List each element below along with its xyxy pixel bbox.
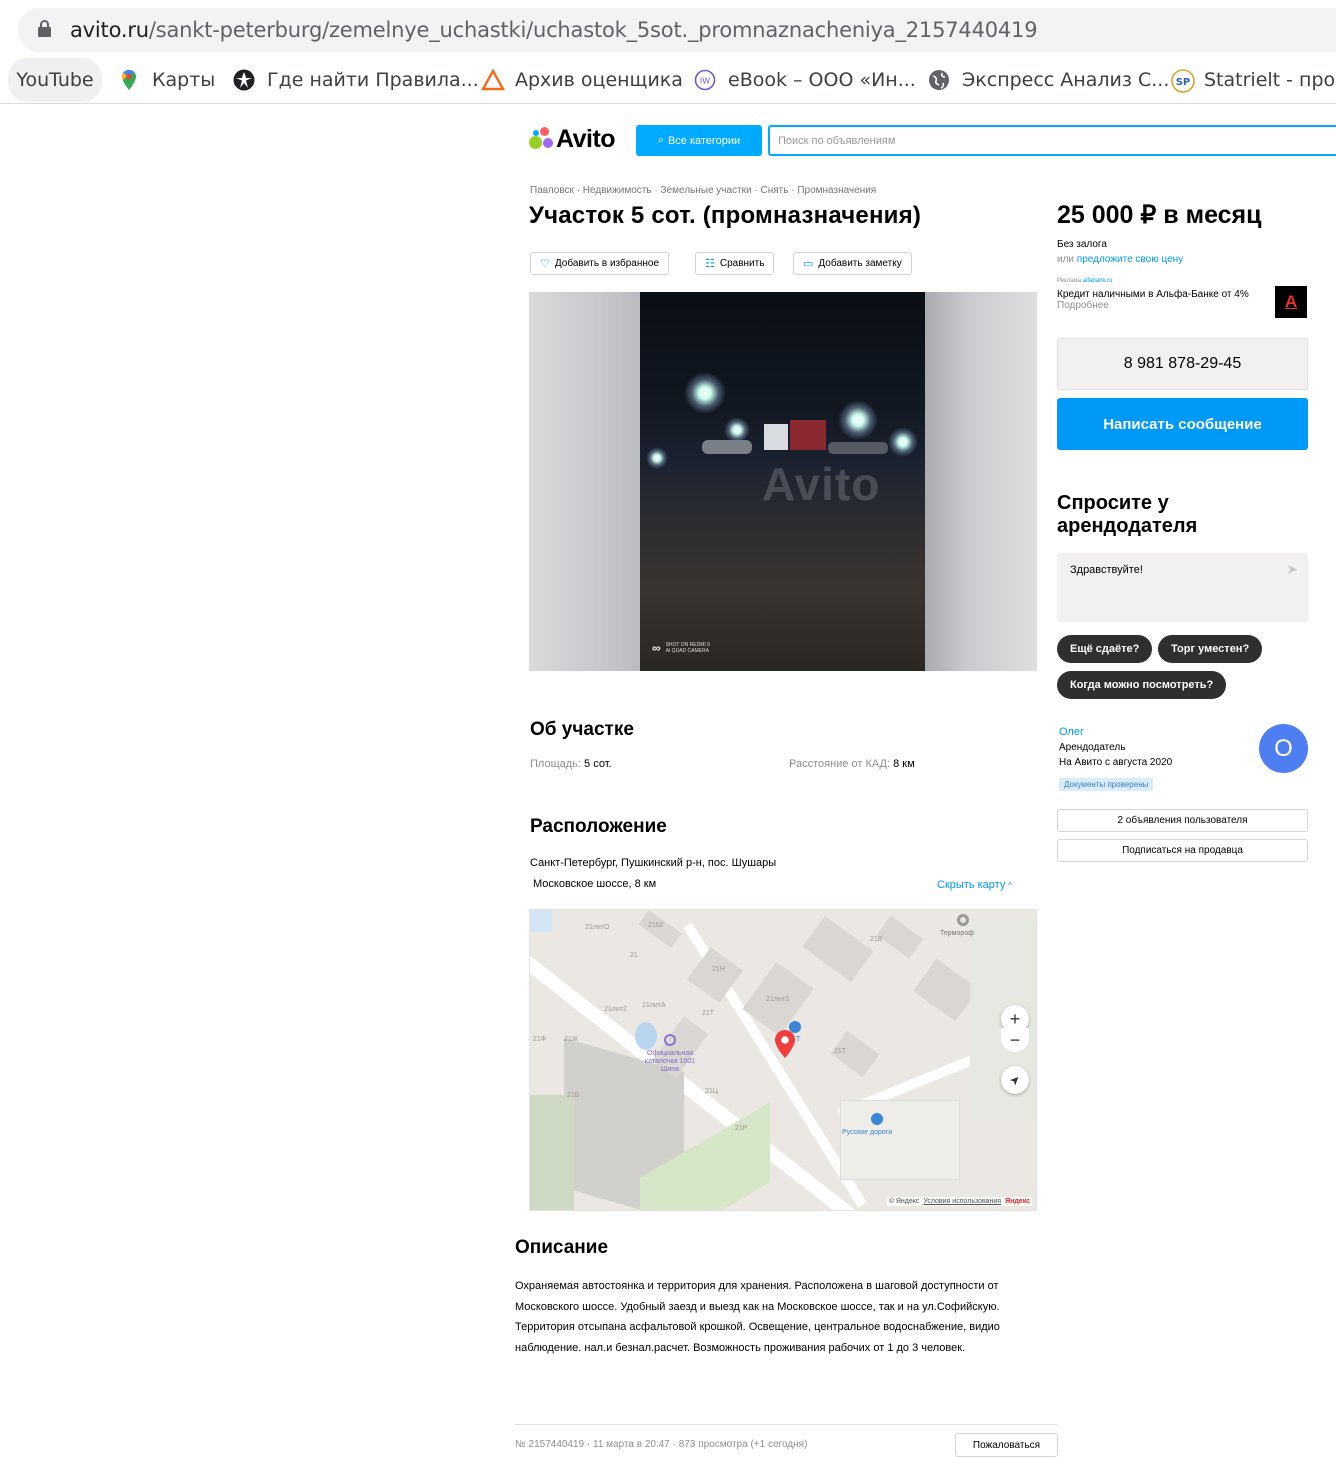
minus-icon: − bbox=[1009, 1029, 1021, 1050]
ad-text[interactable]: Кредит наличными в Альфа-Банке от 4% Под… bbox=[1057, 289, 1262, 311]
page-title: Участок 5 сот. (промназначения) bbox=[529, 202, 922, 229]
chat-input[interactable]: Здравствуйте! ➤ bbox=[1057, 553, 1308, 622]
address-bar[interactable]: avito.ru/sankt-peterburg/zemelnye_uchast… bbox=[18, 8, 1336, 52]
camera-icon: ∞ bbox=[652, 641, 661, 655]
lock-icon[interactable] bbox=[38, 20, 51, 38]
verified-badge: Документы проверены bbox=[1059, 778, 1154, 791]
statrielt-icon: SP bbox=[1170, 69, 1195, 93]
description-heading: Описание bbox=[515, 1237, 609, 1258]
add-note-button[interactable]: ▭ Добавить заметку bbox=[793, 252, 912, 275]
photo-gallery[interactable]: Avito ∞ SHOT ON REDMI 9 AI QUAD CAMERA bbox=[529, 292, 1037, 671]
compare-icon: ☷ bbox=[705, 258, 715, 270]
road-text: Московское шоссе, 8 км bbox=[533, 878, 657, 890]
address-text: Санкт-Петербург, Пушкинский р-н, пос. Шу… bbox=[530, 857, 777, 869]
description-text: Охраняемая автостоянка и территория для … bbox=[515, 1280, 1000, 1354]
map-poi-icon bbox=[957, 914, 969, 926]
location-heading: Расположение bbox=[530, 816, 667, 837]
all-categories-button[interactable]: ⌕ Все категории bbox=[636, 125, 762, 156]
phone-button[interactable]: 8 981 878-29-45 bbox=[1057, 338, 1308, 390]
geolocation-button[interactable]: ➤ bbox=[1001, 1066, 1029, 1094]
send-icon[interactable]: ➤ bbox=[1286, 561, 1298, 578]
heart-icon: ♡ bbox=[540, 258, 550, 270]
divider bbox=[515, 1424, 1058, 1425]
camera-stamp: ∞ SHOT ON REDMI 9 AI QUAD CAMERA bbox=[652, 641, 710, 655]
avatar[interactable]: О bbox=[1259, 724, 1308, 773]
svg-text:IW: IW bbox=[700, 77, 710, 86]
search-icon: ⌕ bbox=[657, 134, 664, 146]
listing-meta: № 2157440419 · 11 марта в 20:47 · 873 пр… bbox=[515, 1439, 808, 1450]
write-message-button[interactable]: Написать сообщение bbox=[1057, 398, 1308, 450]
svg-text:SP: SP bbox=[1176, 77, 1191, 88]
avito-logo[interactable]: Avito bbox=[529, 124, 616, 154]
location-map[interactable]: 21литО 2102 21 21Н 21Т 21литА 21лит3 21л… bbox=[529, 909, 1037, 1211]
offer-price: или предложите свою цену bbox=[1057, 254, 1184, 265]
bookmarks-bar: YouTube Карты Где найти Правила... Архив… bbox=[0, 58, 1336, 104]
photo-watermark: Avito bbox=[762, 458, 881, 510]
gallery-prev-blur[interactable] bbox=[529, 292, 640, 671]
ask-heading: Спросите у арендодателя bbox=[1057, 492, 1198, 537]
alfa-bank-logo[interactable]: А bbox=[1275, 286, 1307, 318]
bookmark-youtube[interactable]: YouTube bbox=[8, 58, 102, 102]
about-heading: Об участке bbox=[530, 719, 634, 740]
bookmark-statrielt[interactable]: SP Statrielt - прод bbox=[1170, 58, 1336, 102]
area-info: Площадь: 5 сот. bbox=[530, 758, 612, 770]
triangle-icon bbox=[480, 68, 506, 91]
listing-photo[interactable]: Avito ∞ SHOT ON REDMI 9 AI QUAD CAMERA bbox=[640, 292, 925, 671]
hide-map-link[interactable]: Скрыть карту ^ bbox=[937, 879, 1012, 891]
quick-reply-chip[interactable]: Торг уместен? bbox=[1158, 635, 1263, 663]
seller-role: Арендодатель bbox=[1059, 742, 1126, 753]
search-input[interactable]: Поиск по объявлениям bbox=[768, 125, 1336, 156]
map-terms-link[interactable]: Условия использования bbox=[923, 1198, 1001, 1205]
price: 25 000 ₽ в месяц bbox=[1057, 201, 1262, 229]
map-copyright: © Яндекс Условия использования Яндекс bbox=[886, 1197, 1032, 1206]
location-arrow-icon: ➤ bbox=[1006, 1071, 1024, 1089]
map-poi-icon bbox=[664, 1034, 676, 1046]
deposit-text: Без залога bbox=[1057, 239, 1107, 250]
seller-since: На Авито с августа 2020 bbox=[1059, 757, 1173, 768]
bookmark-express[interactable]: Экспресс Анализ С... bbox=[928, 58, 1169, 102]
bookmark-ebook[interactable]: IW eBook – ООО «Ин... bbox=[694, 58, 916, 102]
seller-name-link[interactable]: Олег bbox=[1059, 726, 1084, 738]
bookmark-archive[interactable]: Архив оценщика bbox=[480, 58, 683, 102]
url-text[interactable]: avito.ru/sankt-peterburg/zemelnye_uchast… bbox=[70, 18, 1038, 42]
offer-price-link[interactable]: предложите свою цену bbox=[1077, 254, 1183, 265]
quick-reply-chip[interactable]: Когда можно посмотреть? bbox=[1057, 671, 1227, 699]
add-to-favorites-button[interactable]: ♡ Добавить в избранное bbox=[530, 252, 670, 275]
avito-dots-icon bbox=[529, 127, 555, 151]
breadcrumb[interactable]: Павловск · Недвижимость · Земельные учас… bbox=[530, 185, 876, 196]
seller-listings-button[interactable]: 2 объявления пользователя bbox=[1057, 809, 1308, 832]
globe-icon bbox=[928, 69, 950, 91]
ad-label: Реклама alfabank.ru bbox=[1057, 278, 1113, 284]
subscribe-button[interactable]: Подписаться на продавца bbox=[1057, 839, 1308, 862]
chevron-up-icon: ^ bbox=[1008, 881, 1013, 890]
ebook-icon: IW bbox=[694, 69, 716, 91]
map-poi-icon bbox=[871, 1113, 883, 1125]
maps-pin-icon bbox=[118, 69, 140, 91]
yandex-logo: Яндекс bbox=[1005, 1198, 1030, 1205]
compare-button[interactable]: ☷ Сравнить bbox=[695, 252, 775, 275]
bookmark-rules[interactable]: Где найти Правила... bbox=[233, 58, 479, 102]
plus-icon: + bbox=[1009, 1008, 1021, 1029]
distance-info: Расстояние от КАД: 8 км bbox=[789, 758, 915, 770]
map-marker-icon[interactable] bbox=[775, 1030, 795, 1063]
bookmark-maps[interactable]: Карты bbox=[118, 58, 215, 102]
note-icon: ▭ bbox=[803, 258, 814, 270]
gallery-next-blur[interactable] bbox=[925, 292, 1037, 671]
quick-reply-chip[interactable]: Ещё сдаёте? bbox=[1057, 635, 1153, 663]
compass-icon bbox=[233, 69, 255, 91]
report-button[interactable]: Пожаловаться bbox=[955, 1433, 1058, 1457]
